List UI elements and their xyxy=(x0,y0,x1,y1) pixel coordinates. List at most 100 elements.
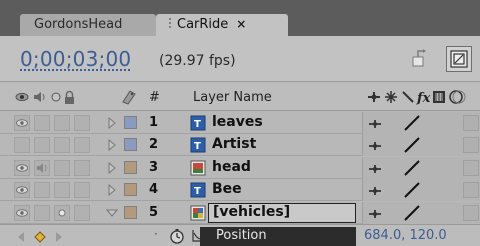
stopwatch-icon[interactable] xyxy=(169,228,185,244)
quality-toggle-icon[interactable] xyxy=(403,114,421,132)
shy-toggle-icon[interactable] xyxy=(368,162,382,174)
motion-blur-switch-icon xyxy=(449,90,466,104)
text-layer-icon: T xyxy=(190,137,206,153)
video-switch[interactable] xyxy=(14,137,30,154)
lock-switch[interactable] xyxy=(74,115,90,131)
shy-toggle-icon[interactable] xyxy=(368,139,382,151)
precomp-layer-icon xyxy=(190,205,206,221)
motion-blur-toggle[interactable] xyxy=(463,115,479,131)
effect-switch-icon: fx xyxy=(416,91,431,106)
twirl-closed-icon[interactable] xyxy=(106,161,118,174)
label-color-swatch[interactable] xyxy=(124,205,137,219)
video-switch[interactable] xyxy=(14,159,30,176)
label-color-swatch[interactable] xyxy=(124,138,137,152)
audio-switch[interactable] xyxy=(34,204,50,221)
layer-row[interactable]: 3 head xyxy=(0,156,480,179)
property-value[interactable]: 684.0, 120.0 xyxy=(364,228,447,243)
solo-switch[interactable] xyxy=(54,182,70,199)
video-switch[interactable] xyxy=(14,115,30,131)
motion-blur-toggle[interactable] xyxy=(463,159,479,176)
tab-label: GordonsHead xyxy=(34,17,123,32)
tab-carride[interactable]: CarRide × xyxy=(156,14,288,36)
layer-switch-icons: fx xyxy=(368,90,466,106)
twirl-closed-icon[interactable] xyxy=(106,184,118,197)
solo-switch[interactable] xyxy=(54,159,70,176)
previous-keyframe-icon xyxy=(18,232,24,242)
live-update-button[interactable] xyxy=(446,46,472,72)
twirl-closed-icon[interactable] xyxy=(106,139,118,152)
layer-name[interactable]: [vehicles] xyxy=(208,202,356,223)
column-number-header: # xyxy=(149,90,160,105)
layer-row[interactable]: 5 [vehicles] xyxy=(0,201,480,224)
audio-switch[interactable] xyxy=(34,115,50,131)
flowchart-icon xyxy=(412,49,426,67)
audio-switch[interactable] xyxy=(34,182,50,199)
shy-toggle-icon[interactable] xyxy=(368,207,382,219)
motion-blur-toggle[interactable] xyxy=(463,182,479,199)
layer-number: 4 xyxy=(149,182,159,198)
current-time-display[interactable]: 0;00;03;00 xyxy=(20,47,131,71)
layer-switches xyxy=(362,201,480,224)
layer-switches xyxy=(362,134,480,157)
audio-switch[interactable] xyxy=(34,159,50,176)
eye-icon xyxy=(16,164,28,172)
audio-switch[interactable] xyxy=(34,137,50,154)
close-icon[interactable]: × xyxy=(236,14,246,35)
lock-switch[interactable] xyxy=(74,182,90,199)
lock-switch[interactable] xyxy=(74,204,90,221)
label-color-swatch[interactable] xyxy=(124,160,137,174)
solo-dot-icon xyxy=(58,209,66,217)
solo-switch[interactable] xyxy=(54,137,70,154)
keyframe-navigator xyxy=(18,231,62,243)
lock-switch[interactable] xyxy=(74,137,90,154)
property-name[interactable]: Position xyxy=(200,227,356,246)
motion-blur-toggle[interactable] xyxy=(463,137,479,154)
quality-switch-icon xyxy=(402,91,414,103)
solo-switch[interactable] xyxy=(54,204,70,221)
video-switch-icon xyxy=(15,92,29,102)
property-row-position[interactable]: · Position 684.0, 120.0 xyxy=(0,224,480,246)
eye-icon xyxy=(16,119,28,127)
layer-name[interactable]: Bee xyxy=(212,181,242,197)
quality-toggle-icon[interactable] xyxy=(403,181,421,199)
column-layer-name-header[interactable]: Layer Name xyxy=(193,90,272,105)
video-switch[interactable] xyxy=(14,182,30,199)
layer-row[interactable]: 2 T Artist xyxy=(0,134,480,157)
motion-blur-toggle[interactable] xyxy=(463,204,479,221)
next-keyframe-icon xyxy=(56,232,62,242)
twirl-closed-icon[interactable] xyxy=(106,117,118,129)
label-tag-icon xyxy=(122,90,136,105)
svg-text:T: T xyxy=(194,119,201,130)
label-color-swatch[interactable] xyxy=(124,183,137,197)
frame-rate-label: (29.97 fps) xyxy=(159,53,236,69)
video-switch[interactable] xyxy=(14,204,30,221)
switch-column-icons xyxy=(15,90,74,104)
layer-switches xyxy=(362,156,480,179)
speaker-icon xyxy=(37,162,47,173)
layer-row[interactable]: 1 Tleaves xyxy=(0,112,480,134)
expand-dot: · xyxy=(154,227,158,241)
twirl-open-icon[interactable] xyxy=(106,207,118,219)
tab-label: CarRide xyxy=(177,17,229,32)
svg-text:T: T xyxy=(194,186,201,197)
tab-grip-icon[interactable] xyxy=(168,17,172,29)
lock-switch-icon xyxy=(65,90,74,104)
audio-switch-icon xyxy=(34,92,45,102)
label-color-swatch[interactable] xyxy=(124,116,137,129)
layer-name[interactable]: Artist xyxy=(212,136,256,152)
layer-name[interactable]: head xyxy=(212,159,251,175)
lock-switch[interactable] xyxy=(74,159,90,176)
shy-toggle-icon[interactable] xyxy=(368,184,382,196)
layer-name[interactable]: leaves xyxy=(212,114,263,130)
text-layer-icon: T xyxy=(190,182,206,198)
quality-toggle-icon[interactable] xyxy=(403,136,421,154)
quality-toggle-icon[interactable] xyxy=(403,159,421,177)
footage-layer-icon xyxy=(190,160,206,176)
tab-gordonshead[interactable]: GordonsHead xyxy=(20,14,156,36)
comp-flowchart-button[interactable] xyxy=(406,46,432,72)
live-update-icon xyxy=(450,50,468,68)
solo-switch[interactable] xyxy=(54,115,70,131)
layer-row[interactable]: 4 T Bee xyxy=(0,179,480,202)
quality-toggle-icon[interactable] xyxy=(403,204,421,222)
shy-toggle-icon[interactable] xyxy=(368,117,382,129)
